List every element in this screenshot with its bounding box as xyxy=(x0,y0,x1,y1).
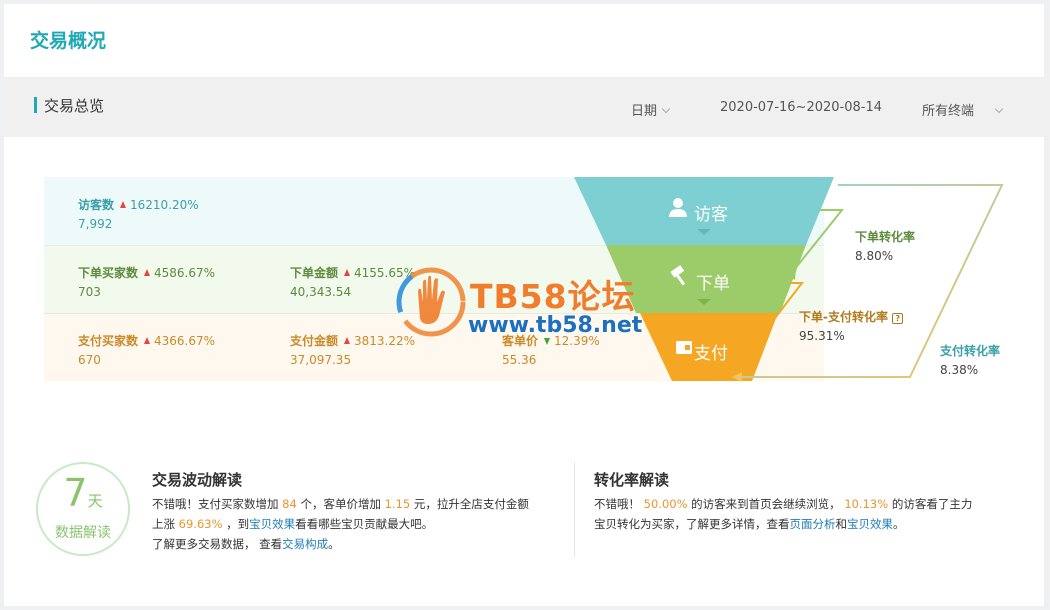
wallet-icon xyxy=(676,341,692,354)
product-effect-link[interactable]: 宝贝效果 xyxy=(249,517,295,531)
conversion-insight-text: 不错哦！ 50.00% 的访客来到首页会继续浏览， 10.13% 的访客看了主力… xyxy=(594,494,1034,534)
pay-rate: 支付转化率 8.38% xyxy=(940,342,1000,377)
order-rate: 下单转化率 8.80% xyxy=(855,228,915,263)
insight-divider xyxy=(574,462,575,557)
conversion-insight-title: 转化率解读 xyxy=(594,471,670,489)
badge-number: 7天 xyxy=(38,472,128,522)
funnel-label-visitor: 访客 xyxy=(694,205,728,225)
badge-unit: 天 xyxy=(87,492,103,510)
trade-line-1: 不错哦！支付买家数增加 84 个，客单价增加 1.15 元，拉升全店支付金额 xyxy=(152,497,529,511)
trade-composition-link[interactable]: 交易构成 xyxy=(282,537,328,551)
trade-line-3: 了解更多交易数据， 查看交易构成。 xyxy=(152,537,340,551)
seven-day-badge: 7天 数据解读 xyxy=(36,462,130,556)
conversion-label: 下单转化率 xyxy=(855,230,916,244)
conversion-line-2: 宝贝转化为买家，了解更多详情，查看页面分析和宝贝效果。 xyxy=(594,517,905,531)
badge-number-value: 7 xyxy=(63,471,88,515)
trade-line-2: 上涨 69.63% ，到宝贝效果看看哪些宝贝贡献最大吧。 xyxy=(152,517,434,531)
funnel-label-pay: 支付 xyxy=(694,344,728,364)
page-analysis-link[interactable]: 页面分析 xyxy=(790,517,836,531)
tb58-logo-watermark xyxy=(396,267,466,337)
trade-insight-text: 不错哦！支付买家数增加 84 个，客单价增加 1.15 元，拉升全店支付金额 上… xyxy=(152,494,572,554)
order-pay-rate: 下单-支付转化率 ? 95.31% xyxy=(799,308,904,343)
funnel-label-order: 下单 xyxy=(696,274,730,294)
product-effect-link[interactable]: 宝贝效果 xyxy=(847,517,893,531)
conversion-value: 8.80% xyxy=(855,249,894,263)
badge-text: 数据解读 xyxy=(55,525,111,541)
trade-insight-title: 交易波动解读 xyxy=(152,471,243,489)
conversion-line-1: 不错哦！ 50.00% 的访客来到首页会继续浏览， 10.13% 的访客看了主力 xyxy=(594,497,973,511)
conversion-label: 下单-支付转化率 ? xyxy=(799,308,904,325)
watermark-title: TB58论坛 xyxy=(470,277,636,316)
question-icon[interactable]: ? xyxy=(892,313,904,324)
conversion-label: 支付转化率 xyxy=(940,344,1001,358)
watermark-url: www.tb58.net xyxy=(468,313,643,338)
conversion-label-text: 下单-支付转化率 xyxy=(799,310,888,324)
conversion-value: 95.31% xyxy=(799,329,845,343)
conversion-value: 8.38% xyxy=(940,363,979,377)
